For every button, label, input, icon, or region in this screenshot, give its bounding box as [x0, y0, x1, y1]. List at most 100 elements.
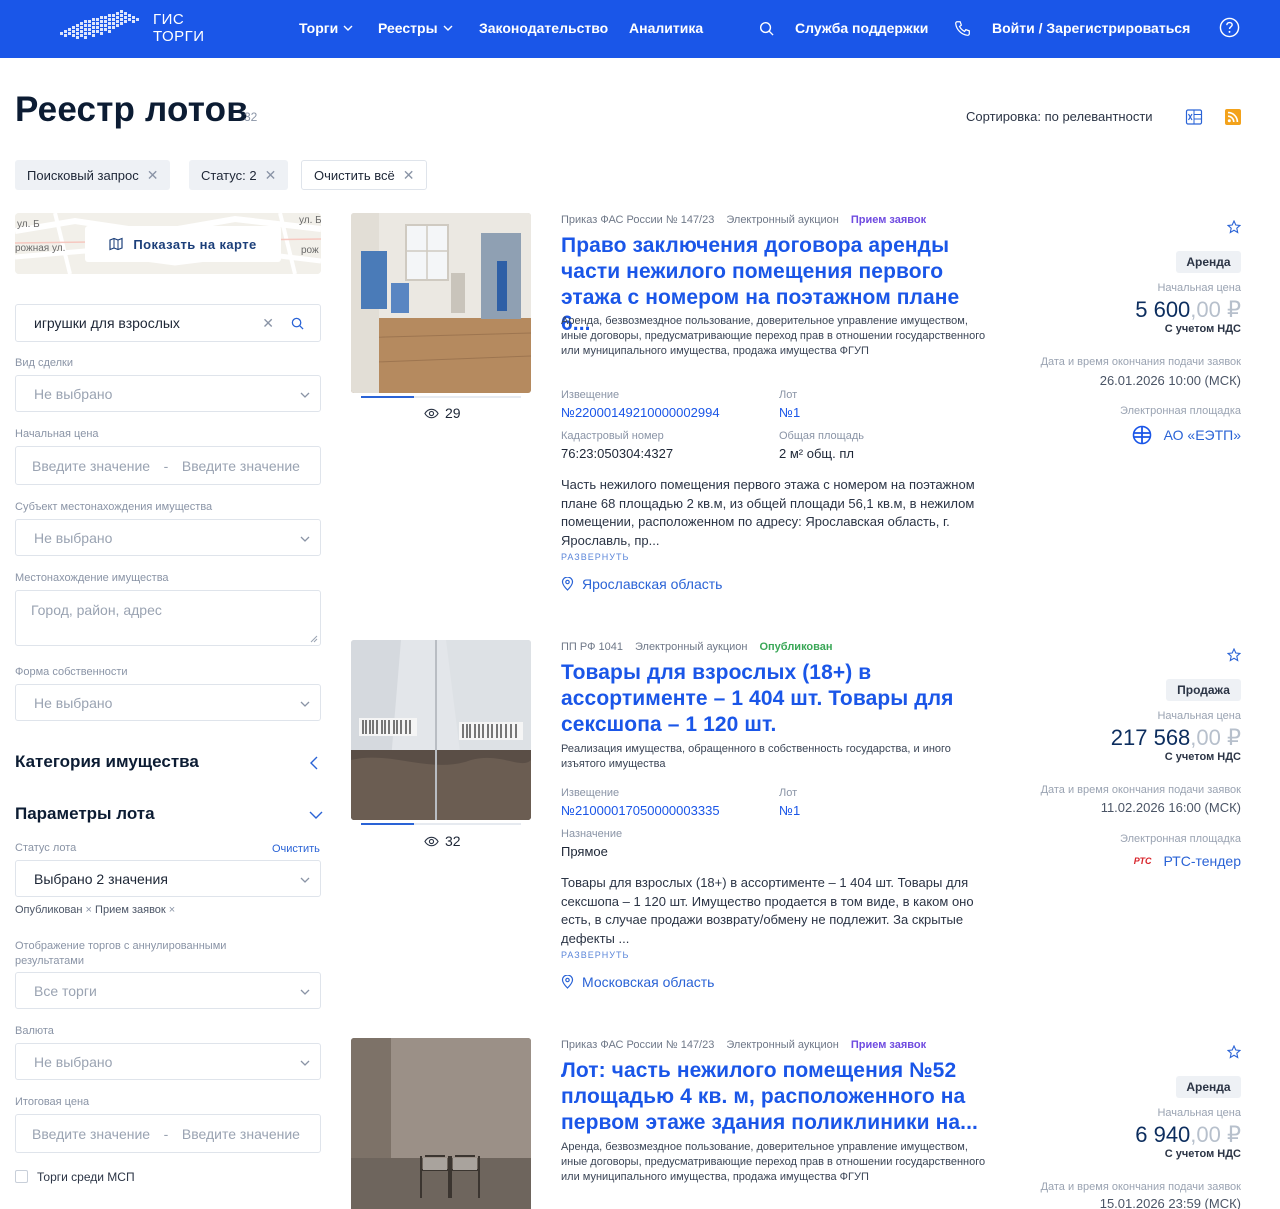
msp-checkbox-label: Торги среди МСП [37, 1170, 135, 1184]
currency-select[interactable]: Не выбрано [15, 1043, 321, 1080]
resize-handle-icon[interactable] [310, 635, 318, 643]
lot-meta: Приказ ФАС России № 147/23 Электронный ау… [561, 214, 926, 226]
notice-number-link[interactable]: №22000149210000002994 [561, 405, 720, 420]
close-icon[interactable]: ✕ [265, 167, 277, 184]
excel-export-icon[interactable] [1185, 108, 1203, 126]
msp-checkbox[interactable] [15, 1170, 28, 1183]
login-register-link[interactable]: Войти / Зарегистрироваться [992, 20, 1190, 36]
price-cents: ,00 ₽ [1190, 725, 1241, 750]
expand-link[interactable]: РАЗВЕРНУТЬ [561, 950, 629, 960]
lot-photo[interactable] [351, 1038, 531, 1209]
vat-note: С учетом НДС [1164, 1148, 1241, 1160]
price-main: 5 600 [1135, 297, 1191, 322]
favorite-star-icon[interactable] [1227, 220, 1241, 234]
subject-select[interactable]: Не выбрано [15, 519, 321, 556]
final-price-range[interactable]: Введите значение - Введите значение [15, 1114, 321, 1153]
map-street-label: ул. Б [299, 215, 321, 226]
filter-chip-search-query[interactable]: Поисковый запрос ✕ [15, 160, 171, 190]
nav-legislation[interactable]: Законодательство [479, 20, 608, 36]
clear-all-button[interactable]: Очистить всё ✕ [301, 160, 428, 190]
logo-text[interactable]: ГИС ТОРГИ [153, 11, 205, 45]
lot-category-description: Аренда, безвозмездное пользование, довер… [561, 1141, 986, 1183]
lot-title-link[interactable]: Лот: часть нежилого помещения №52 площад… [561, 1058, 991, 1136]
lot-region-link[interactable]: Московская область [561, 974, 714, 990]
location-textarea[interactable]: Город, район, адрес [15, 590, 321, 646]
start-price-value: 6 940,00 ₽ [1135, 1122, 1241, 1148]
favorite-star-icon[interactable] [1227, 1045, 1241, 1059]
eetp-logo-icon [1132, 425, 1151, 445]
nav-analytics[interactable]: Аналитика [629, 20, 703, 36]
lot-region-link[interactable]: Ярославская область [561, 576, 722, 592]
filter-chip-status[interactable]: Статус: 2 ✕ [189, 160, 289, 190]
lot-basis: ПП РФ 1041 [561, 641, 623, 653]
lot-photo[interactable] [351, 213, 531, 393]
status-clear-link[interactable]: Очистить [272, 843, 320, 855]
chevron-left-icon[interactable] [309, 756, 319, 770]
chip-label: Очистить всё [314, 167, 395, 183]
close-icon[interactable]: ✕ [147, 167, 159, 184]
category-section-toggle[interactable]: Категория имущества [15, 752, 199, 772]
lot-photo[interactable] [351, 640, 531, 820]
rss-feed-icon[interactable] [1225, 109, 1241, 125]
start-price-from-input[interactable]: Введите значение [32, 458, 150, 474]
corridor-photo-image [351, 1038, 531, 1209]
russia-map-logo-icon[interactable] [56, 6, 142, 52]
search-icon[interactable] [291, 317, 304, 330]
region-name: Московская область [582, 974, 715, 990]
start-price-range[interactable]: Введите значение - Введите значение [15, 446, 321, 485]
show-on-map-button[interactable]: Показать на карте [85, 226, 281, 262]
ownership-select[interactable]: Не выбрано [15, 684, 321, 721]
range-separator: - [163, 1125, 169, 1142]
chevron-down-icon [300, 989, 310, 995]
vat-note: С учетом НДС [1164, 751, 1241, 763]
lot-status-badge: Опубликован [759, 641, 833, 653]
chevron-down-icon[interactable] [309, 810, 323, 820]
status-tag-published: Опубликован [15, 904, 83, 916]
lot-title-link[interactable]: Товары для взрослых (18+) в ассортименте… [561, 660, 991, 738]
favorite-star-icon[interactable] [1227, 648, 1241, 662]
notice-label: Извещение [561, 389, 620, 401]
platform-link[interactable]: РТС РТС-тендер [1134, 853, 1241, 869]
search-input[interactable]: игрушки для взрослых ✕ [15, 304, 321, 342]
final-price-from-input[interactable]: Введите значение [32, 1126, 150, 1142]
deal-type-select[interactable]: Не выбрано [15, 375, 321, 412]
deadline-label: Дата и время окончания подачи заявок [1040, 784, 1241, 796]
purpose-label: Назначение [561, 828, 623, 840]
help-question-icon[interactable] [1219, 17, 1240, 38]
close-icon[interactable]: × [86, 904, 92, 916]
nav-support[interactable]: Служба поддержки [795, 20, 928, 36]
lot-status-badge: Прием заявок [850, 1039, 927, 1051]
lot-status-select[interactable]: Выбрано 2 значения [15, 860, 321, 897]
lot-params-section-toggle[interactable]: Параметры лота [15, 804, 155, 824]
lot-status-label: Статус лота [15, 842, 77, 854]
final-price-to-input[interactable]: Введите значение [182, 1126, 300, 1142]
map-preview[interactable]: ул. Б рожная ул. ул. Б рож Показать на к… [15, 213, 321, 274]
close-icon[interactable]: × [169, 904, 175, 916]
range-separator: - [163, 457, 169, 474]
cancelled-results-select[interactable]: Все торги [15, 972, 321, 1009]
clear-icon[interactable]: ✕ [262, 315, 274, 332]
notice-number-link[interactable]: №21000017050000003335 [561, 803, 720, 818]
close-icon[interactable]: ✕ [403, 167, 415, 184]
status-tags: Опубликован × Прием заявок × [15, 904, 175, 916]
platform-link[interactable]: АО «ЕЭТП» [1132, 425, 1241, 445]
expand-link[interactable]: РАЗВЕРНУТЬ [561, 552, 629, 562]
nav-torgi[interactable]: Торги [299, 20, 353, 36]
phone-icon[interactable] [954, 20, 971, 37]
platform-label: Электронная площадка [1120, 405, 1241, 417]
start-price-to-input[interactable]: Введите значение [182, 458, 300, 474]
lot-number-link[interactable]: №1 [779, 803, 800, 818]
sort-selector[interactable]: Сортировка: по релевантности [966, 109, 1153, 124]
nav-reestry[interactable]: Реестры [378, 20, 453, 36]
search-icon[interactable] [759, 21, 774, 36]
eye-icon [424, 836, 439, 846]
gallery-progress [361, 823, 521, 825]
lot-full-description: Товары для взрослых (18+) в ассортименте… [561, 875, 974, 946]
logo-line-1: ГИС [153, 11, 185, 28]
lot-number-link[interactable]: №1 [779, 405, 800, 420]
platform-label: Электронная площадка [1120, 833, 1241, 845]
chevron-down-icon [443, 25, 453, 31]
start-price-label: Начальная цена [1157, 710, 1241, 722]
total-area-value: 2 м² общ. пл [779, 446, 854, 461]
views-count: 29 [445, 405, 461, 421]
